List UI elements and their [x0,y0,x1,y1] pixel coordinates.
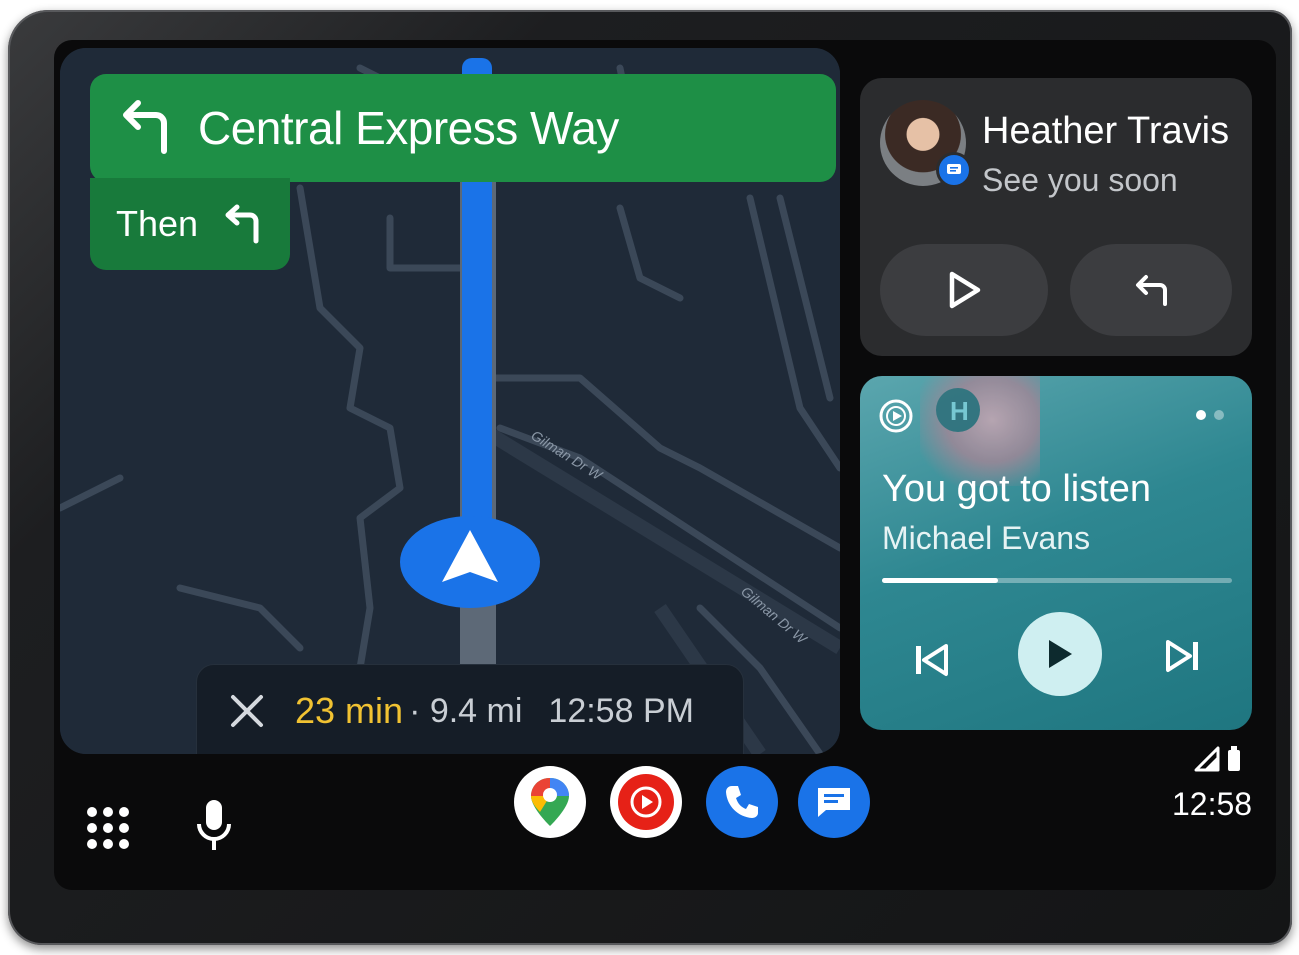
turn-street-name: Central Express Way [198,102,619,154]
messages-icon [818,788,850,817]
turn-left-icon [123,100,167,154]
reply-button[interactable] [1070,244,1232,336]
phone-app-button[interactable] [706,766,778,838]
reply-icon [1136,275,1167,306]
trip-summary-bar[interactable]: 23 min · 9.4 mi 12:58 PM [196,664,744,754]
skip-previous-icon[interactable] [910,638,954,682]
play-icon [949,271,981,309]
messages-badge-icon [936,152,972,188]
message-notification-card[interactable]: Heather Travis See you soon [860,78,1252,356]
play-icon [1049,640,1072,668]
eta-arrival-time: 12:58 PM [548,691,694,730]
media-player-card[interactable]: H You got to listen Michael Evans [860,376,1252,730]
youtube-music-app-button[interactable] [610,766,682,838]
eta-distance: · 9.4 mi [409,691,523,730]
navigation-arrow-icon [400,516,540,608]
page-dot-active [1196,410,1206,420]
status-icons [1194,746,1240,772]
eta-duration: 23 min [295,690,404,731]
page-indicator [1196,410,1224,420]
skip-next-icon[interactable] [1160,634,1204,678]
close-icon[interactable] [227,691,267,731]
playback-progress-bar[interactable] [882,578,1232,583]
turn-left-icon [225,204,259,244]
status-clock: 12:58 [1172,786,1253,822]
car-display-bezel: Gilman Dr W Gilman Dr W Central Express … [8,10,1292,945]
playback-progress-fill [882,578,998,583]
google-maps-icon [531,778,569,826]
play-message-button[interactable] [880,244,1048,336]
contact-name: Heather Travis [982,110,1230,152]
google-maps-app-button[interactable] [514,766,586,838]
avatar [880,100,972,188]
svg-text:H: H [950,396,969,426]
youtube-music-icon [618,774,674,830]
then-turn-card: Then [90,178,290,270]
track-title: You got to listen [882,468,1152,510]
play-pause-button[interactable] [1018,612,1102,696]
signal-icon [1194,746,1220,772]
navigation-map[interactable]: Gilman Dr W Gilman Dr W Central Express … [60,48,840,754]
message-preview: See you soon [982,162,1178,198]
phone-icon [726,786,758,818]
android-auto-screen: Gilman Dr W Gilman Dr W Central Express … [54,40,1276,890]
then-label: Then [116,203,199,244]
messages-app-button[interactable] [798,766,870,838]
battery-icon [1228,746,1240,771]
microphone-icon[interactable] [194,798,234,854]
next-turn-card[interactable]: Central Express Way [90,74,836,182]
app-launcher-icon[interactable] [84,804,132,852]
page-dot [1214,410,1224,420]
track-artist: Michael Evans [882,520,1091,556]
youtube-music-icon [879,399,913,433]
